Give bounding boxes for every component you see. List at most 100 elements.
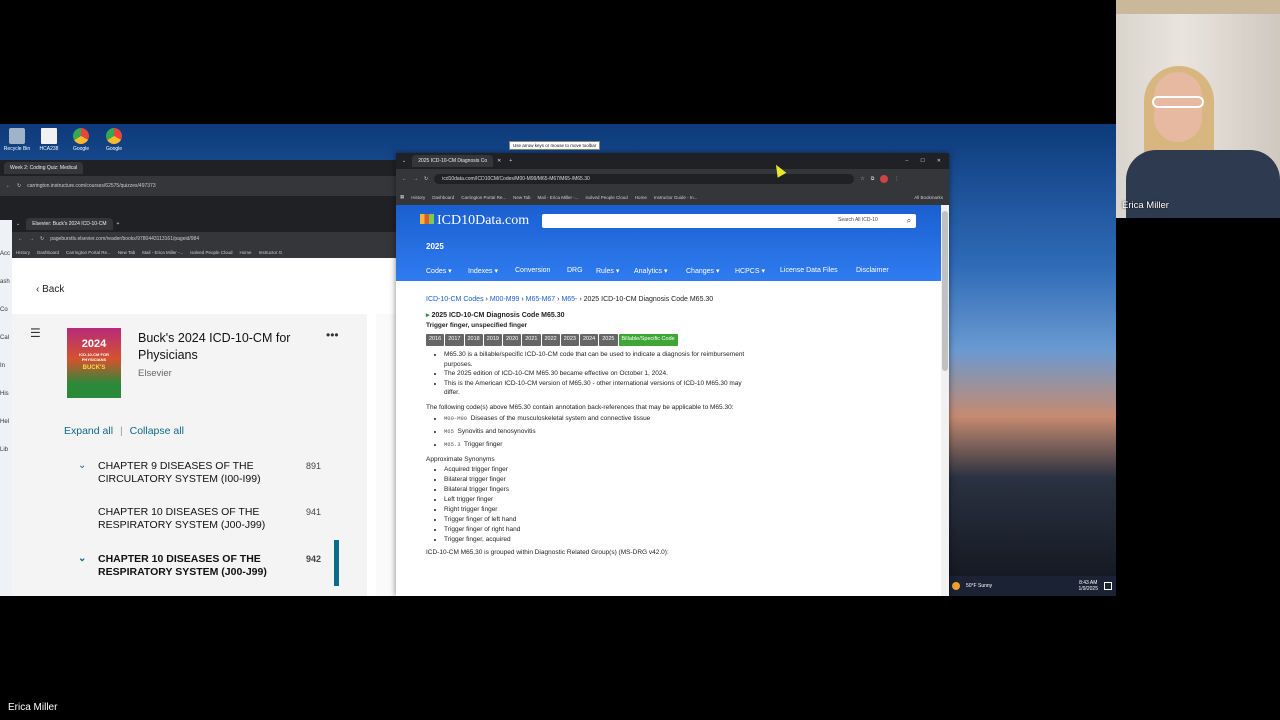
reload-icon[interactable]: ↻ [424, 176, 428, 182]
breadcrumb-link[interactable]: ICD-10-CM Codes [426, 296, 484, 303]
chrome-menu-icon[interactable]: ⋮ [894, 176, 899, 182]
expand-all-button[interactable]: Expand all [64, 425, 113, 437]
chevron-down-icon: ⌄ [78, 553, 87, 564]
backref-item: M65 Synovitis and tenosynovitis [444, 425, 746, 438]
year-badge[interactable]: 2025 [599, 334, 618, 347]
forward-arrow-icon[interactable]: → [413, 176, 418, 182]
year-badge[interactable]: 2023 [560, 334, 579, 347]
search-scope-dropdown[interactable]: Search All ICD-10 [838, 217, 878, 223]
search-icon[interactable]: ⌕ [902, 214, 916, 228]
bookmark-item[interactable]: History [16, 250, 30, 255]
bookmark-item[interactable]: Instructor G [259, 250, 283, 255]
bookmark-item[interactable]: New Tab [513, 195, 530, 200]
bookmark-item[interactable]: Carrington Portal Re... [461, 195, 506, 200]
tab-canvas-quiz[interactable]: Week 2: Coding Quiz: Medical [4, 162, 84, 174]
scrollbar-thumb[interactable] [942, 211, 948, 371]
address-bar[interactable]: icd10data.com/ICD10CM/Codes/M00-M99/M65-… [434, 174, 855, 184]
synonym-item: Trigger finger of right hand [444, 525, 746, 535]
notification-icon[interactable] [1104, 582, 1112, 590]
bookmark-item[interactable]: New Tab [118, 250, 135, 255]
bookmark-item[interactable]: Home [240, 250, 252, 255]
forward-arrow-icon[interactable]: → [29, 236, 34, 242]
nav-rules[interactable]: Rules ▾ [596, 267, 619, 275]
elsevier-url[interactable]: pageburstls.elsevier.com/reader/books/97… [50, 236, 199, 242]
nav-indexes[interactable]: Indexes ▾ [468, 267, 498, 275]
breadcrumb-link[interactable]: M65-M67 [526, 296, 556, 303]
backref-item: M00-M99 Diseases of the musculoskeletal … [444, 412, 746, 425]
nav-codes[interactable]: Codes ▾ [426, 267, 452, 275]
year-badge[interactable]: 2017 [445, 334, 464, 347]
breadcrumb-link[interactable]: M00-M99 [490, 296, 520, 303]
year-badge[interactable]: 2018 [464, 334, 483, 347]
site-logo[interactable]: ICD10Data.com [420, 213, 529, 229]
back-arrow-icon[interactable]: ← [18, 236, 23, 242]
bookmark-item[interactable]: Dashboard [37, 250, 59, 255]
tab-elsevier[interactable]: Elsevier: Buck's 2024 ICD-10-CM [26, 218, 113, 230]
year-badge[interactable]: 2021 [522, 334, 541, 347]
canvas-url[interactable]: carrington.instructure.com/courses/62575… [27, 183, 155, 189]
extensions-icon[interactable]: ⧉ [871, 176, 875, 182]
maximize-icon[interactable]: ☐ [920, 158, 924, 164]
year-badge[interactable]: 2019 [483, 334, 502, 347]
chrome-shortcut-icon[interactable]: Google [64, 128, 98, 152]
back-arrow-icon[interactable]: ← [6, 183, 11, 189]
synonym-item: Acquired trigger finger [444, 465, 746, 475]
clock-date[interactable]: 1/9/2025 [1079, 586, 1098, 592]
nav-analytics[interactable]: Analytics ▾ [634, 267, 667, 275]
synonym-item: Left trigger finger [444, 495, 746, 505]
bookmark-item[interactable]: Carrington Portal Re... [66, 250, 111, 255]
new-tab-icon[interactable]: + [509, 158, 512, 164]
year-badge[interactable]: 2024 [580, 334, 599, 347]
close-icon[interactable]: ✕ [937, 158, 941, 164]
chrome-shortcut-icon[interactable]: Google [97, 128, 131, 152]
nav-drg[interactable]: DRG [567, 267, 583, 274]
nav-license-data-files[interactable]: License Data Files [780, 267, 838, 274]
bookmark-item[interactable]: isolved People Cloud [586, 195, 628, 200]
year-badge[interactable]: 2020 [503, 334, 522, 347]
toc-chapter-item[interactable]: ⌄ CHAPTER 9 DISEASES OF THE CIRCULATORY … [64, 460, 340, 490]
tab-menu-icon[interactable]: ⌄ [402, 158, 406, 164]
breadcrumb: ICD-10-CM Codes › M00-M99 › M65-M67 › M6… [426, 296, 714, 303]
collapse-all-button[interactable]: Collapse all [130, 425, 184, 437]
profile-avatar[interactable] [880, 175, 889, 183]
tab-close-icon[interactable]: ✕ [497, 158, 501, 164]
apps-grid-icon[interactable]: ▦ [400, 194, 404, 200]
recycle-bin-icon[interactable]: Recycle Bin [0, 128, 34, 152]
toc-chapter-item[interactable]: CHAPTER 10 DISEASES OF THE RESPIRATORY S… [64, 506, 340, 536]
reload-icon[interactable]: ↻ [40, 236, 44, 242]
bookmark-item[interactable]: Mail - Erica Miller -... [538, 195, 579, 200]
bookmark-item[interactable]: isolved People Cloud [190, 250, 232, 255]
hamburger-menu-icon[interactable]: ☰ [30, 326, 44, 340]
bookmark-item[interactable]: Instructor Guide - In... [654, 195, 698, 200]
elsevier-reader: ‹ Back ☰ 2024 ICD-10-CM FOR PHYSICIANS B… [12, 270, 396, 596]
bookmark-item[interactable]: Home [635, 195, 647, 200]
synonym-item: Bilateral trigger finger [444, 475, 746, 485]
weather-text[interactable]: 50°F Sunny [966, 583, 992, 589]
year-badge[interactable]: 2022 [541, 334, 560, 347]
hca238-file-icon[interactable]: HCA238 [32, 128, 66, 152]
reload-icon[interactable]: ↻ [17, 183, 21, 189]
back-link[interactable]: ‹ Back [36, 284, 64, 295]
star-icon[interactable]: ☆ [860, 176, 864, 182]
minimize-icon[interactable]: – [906, 158, 909, 164]
breadcrumb-link[interactable]: M65- [561, 296, 577, 303]
nav-hcpcs[interactable]: HCPCS ▾ [735, 267, 765, 275]
nav-conversion[interactable]: Conversion [515, 267, 550, 274]
bookmark-item[interactable]: Dashboard [432, 195, 454, 200]
scrollbar[interactable] [941, 205, 949, 596]
webcam-background-shelf [1116, 0, 1280, 14]
tab-icd10data[interactable]: 2025 ICD-10-CM Diagnosis Co [412, 155, 494, 167]
participant-name-caption: Erica Miller [8, 702, 58, 713]
new-tab-icon[interactable]: + [117, 221, 120, 227]
tab-menu-icon[interactable]: ⌄ [16, 221, 20, 227]
toc-chapter-item-selected[interactable]: ⌄ CHAPTER 10 DISEASES OF THE RESPIRATORY… [64, 553, 340, 583]
bookmark-item[interactable]: Mail - Erica Miller -... [142, 250, 183, 255]
year-label: 2025 [426, 242, 444, 251]
year-badge[interactable]: 2016 [426, 334, 445, 347]
all-bookmarks[interactable]: All Bookmarks [914, 195, 949, 200]
bookmark-item[interactable]: History [411, 195, 425, 200]
more-options-icon[interactable]: ••• [326, 328, 339, 342]
nav-disclaimer[interactable]: Disclaimer [856, 267, 889, 274]
nav-changes[interactable]: Changes ▾ [686, 267, 719, 275]
back-arrow-icon[interactable]: ← [402, 176, 407, 182]
